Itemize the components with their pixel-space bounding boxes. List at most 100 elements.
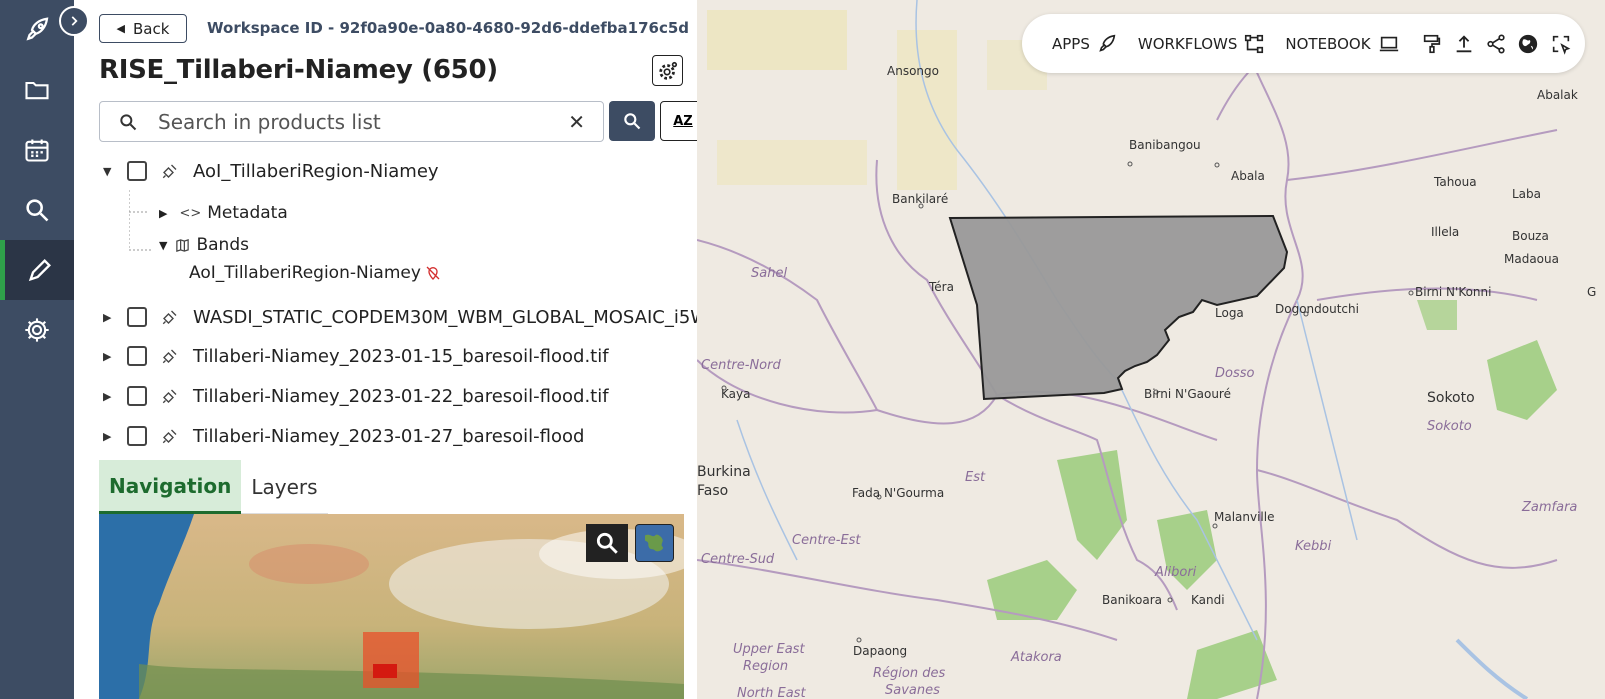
back-button[interactable]: ◀ Back	[99, 14, 187, 43]
map-label: Bankilaré	[892, 192, 949, 206]
workflows-button[interactable]: WORKFLOWS	[1138, 33, 1266, 55]
upload-button[interactable]	[1453, 33, 1475, 55]
caret-down-icon[interactable]: ▼	[159, 239, 167, 252]
map-label: Abala	[1231, 169, 1265, 183]
satellite-icon	[162, 164, 177, 179]
apps-label: APPS	[1052, 34, 1090, 53]
main-map[interactable]: Ansongo Banibangou Abala Tahoua Abalak L…	[697, 0, 1605, 699]
caret-right-icon[interactable]: ▶	[159, 207, 167, 220]
product-row-0122[interactable]: ▶ Tillaberi-Niamey_2023-01-22_baresoil-f…	[99, 381, 609, 411]
rocket-icon	[26, 17, 49, 41]
notebook-label: NOTEBOOK	[1285, 34, 1371, 53]
workspace-id: Workspace ID - 92f0a90e-0a80-4680-92d6-d…	[207, 19, 690, 37]
search-icon	[120, 113, 137, 130]
fullscreen-button[interactable]	[1549, 33, 1573, 55]
map-label: Bouza	[1512, 229, 1549, 243]
product-row-0127[interactable]: ▶ Tillaberi-Niamey_2023-01-27_baresoil-f…	[99, 421, 584, 451]
map-label: Sahel	[751, 266, 788, 281]
caret-right-icon[interactable]: ▶	[103, 311, 117, 324]
product-name[interactable]: Tillaberi-Niamey_2023-01-15_baresoil-flo…	[193, 346, 609, 367]
globe-view-button[interactable]	[1517, 33, 1539, 55]
caret-right-icon[interactable]: ▶	[103, 430, 117, 443]
processors-button[interactable]	[652, 55, 683, 86]
page-title: RISE_Tillaberi-Niamey (650)	[99, 55, 498, 85]
rail-calendar-button[interactable]	[0, 120, 74, 180]
caret-right-icon[interactable]: ▶	[103, 350, 117, 363]
map-label: Centre-Est	[792, 533, 861, 548]
product-name[interactable]: Tillaberi-Niamey_2023-01-22_baresoil-flo…	[193, 386, 609, 407]
paint-roller-icon	[1423, 34, 1440, 53]
rail-edit-button[interactable]	[0, 240, 74, 300]
calendar-icon	[25, 139, 49, 162]
style-button[interactable]	[1421, 33, 1443, 55]
satellite-icon	[162, 389, 177, 404]
map-label: Loga	[1215, 306, 1244, 320]
map-label: Madaoua	[1504, 252, 1559, 266]
bands-label: Bands	[196, 235, 249, 255]
map-label: Upper East	[733, 642, 805, 657]
tab-navigation[interactable]: Navigation	[99, 460, 242, 514]
caret-down-icon[interactable]: ▼	[103, 165, 117, 178]
workflow-icon	[1245, 34, 1264, 53]
map-label: Laba	[1512, 187, 1542, 201]
rail-settings-button[interactable]	[0, 300, 74, 360]
product-name[interactable]: Tillaberi-Niamey_2023-01-27_baresoil-flo…	[193, 426, 584, 447]
product-name[interactable]: AoI_TillaberiRegion-Niamey	[193, 161, 439, 182]
map-label: G	[1587, 285, 1597, 299]
product-row-dem[interactable]: ▶ WASDI_STATIC_COPDEM30M_WBM_GLOBAL_MOSA…	[99, 302, 697, 332]
globe-search-button[interactable]	[586, 524, 628, 562]
map-label: Illela	[1431, 225, 1460, 239]
map-label: Birni N'Konni	[1415, 285, 1492, 299]
product-row-aoi[interactable]: ▼ AoI_TillaberiRegion-Niamey	[99, 156, 439, 186]
aoi-footprint	[363, 632, 419, 688]
band-item[interactable]: AoI_TillaberiRegion-Niamey	[189, 258, 441, 288]
satellite-icon	[162, 310, 177, 325]
map-label: Burkina	[697, 464, 751, 480]
chevron-right-icon	[71, 16, 78, 26]
map-label: Sokoto	[1427, 390, 1475, 406]
map-label: Savanes	[885, 683, 940, 698]
map-label: Banibangou	[1129, 138, 1201, 152]
map-label: Region	[743, 659, 789, 674]
map-label: Zamfara	[1522, 500, 1578, 515]
map-label: Kandi	[1191, 593, 1225, 607]
product-checkbox[interactable]	[127, 426, 147, 446]
rail-workspaces-button[interactable]	[0, 60, 74, 120]
search-icon	[596, 532, 618, 554]
search-input[interactable]	[158, 109, 488, 134]
product-checkbox[interactable]	[127, 307, 147, 327]
tree-metadata[interactable]: ▶ <> Metadata	[159, 198, 288, 228]
product-checkbox[interactable]	[127, 386, 147, 406]
globe-layer-button[interactable]	[635, 524, 674, 562]
caret-left-icon: ◀	[116, 22, 126, 35]
rocket-icon	[1099, 34, 1116, 52]
band-name[interactable]: AoI_TillaberiRegion-Niamey	[189, 263, 421, 283]
expand-sidebar-button[interactable]	[59, 6, 89, 36]
satellite-icon	[162, 429, 177, 444]
caret-right-icon[interactable]: ▶	[103, 390, 117, 403]
product-row-0115[interactable]: ▶ Tillaberi-Niamey_2023-01-15_baresoil-f…	[99, 341, 609, 371]
map-label: Dogondoutchi	[1275, 302, 1359, 316]
laptop-icon	[1379, 36, 1398, 51]
gears-icon	[658, 61, 677, 80]
product-checkbox[interactable]	[127, 346, 147, 366]
apps-button[interactable]: APPS	[1052, 33, 1118, 55]
map-label: Sokoto	[1427, 419, 1472, 434]
product-name[interactable]: WASDI_STATIC_COPDEM30M_WBM_GLOBAL_MOSAIC…	[193, 307, 697, 328]
share-button[interactable]	[1485, 33, 1507, 55]
navigation-globe[interactable]	[99, 514, 684, 699]
tree-bands[interactable]: ▼ Bands	[159, 230, 249, 260]
product-checkbox[interactable]	[127, 161, 147, 181]
sidebar-rail	[0, 0, 74, 699]
rail-search-button[interactable]	[0, 180, 74, 240]
map-label: Alibori	[1155, 565, 1197, 580]
map-marker-off-icon[interactable]	[425, 265, 441, 281]
notebook-button[interactable]: NOTEBOOK	[1285, 33, 1400, 55]
gear-icon	[25, 318, 49, 342]
sort-button[interactable]: AZ	[660, 101, 697, 141]
map-label: Faso	[697, 483, 729, 499]
tab-layers[interactable]: Layers	[241, 460, 328, 514]
clear-icon[interactable]: ✕	[568, 110, 585, 134]
search-icon	[624, 113, 641, 130]
search-button[interactable]	[609, 101, 655, 141]
